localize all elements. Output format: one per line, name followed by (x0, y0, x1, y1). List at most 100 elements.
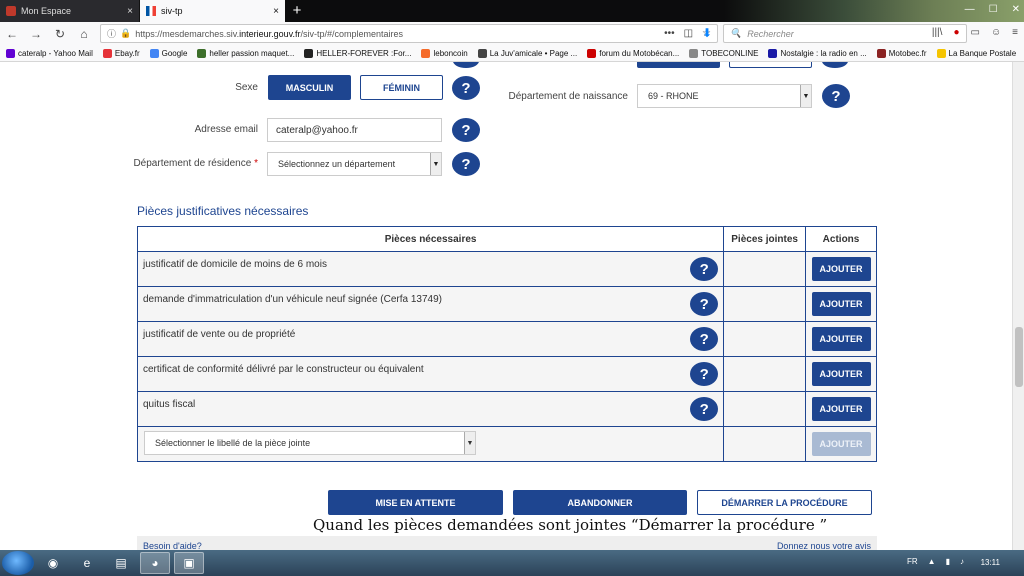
yahoo-favicon-icon (6, 6, 16, 16)
close-window-button[interactable]: ✕ (1012, 4, 1020, 15)
bookmark-label: Google (161, 49, 188, 58)
bookmark-favicon-icon (587, 49, 597, 58)
help-icon[interactable]: ? (822, 84, 850, 108)
language-indicator[interactable]: FR (907, 557, 918, 566)
sexe-masculin-button[interactable]: MASCULIN (268, 75, 351, 100)
file-explorer-icon[interactable]: ▤ (106, 552, 136, 574)
scrollbar-thumb[interactable] (1015, 327, 1023, 387)
help-icon[interactable]: ? (690, 327, 719, 351)
bookmark-item[interactable]: leboncoin (421, 49, 468, 58)
lock-icon[interactable]: 🔒 (120, 28, 131, 39)
bookmark-item[interactable]: Ebay.fr (102, 49, 140, 58)
piece-name: justificatif de domicile de moins de 6 m… (143, 259, 327, 270)
sidebar-icon[interactable]: ▭ (970, 27, 979, 38)
help-icon[interactable]: ? (690, 397, 719, 421)
mise-en-attente-button[interactable]: MISE EN ATTENTE (328, 490, 503, 515)
adblock-icon[interactable]: ● (953, 27, 959, 38)
desktop-wallpaper-strip: — ☐ ✕ (724, 0, 1024, 22)
tab-siv-tp[interactable]: siv-tp × (140, 0, 285, 22)
help-button-partial[interactable] (453, 62, 479, 68)
page-actions-icon[interactable]: ••• (664, 28, 675, 39)
piece-name: demande d'immatriculation d'un véhicule … (143, 294, 442, 305)
extra-piece-cell: Sélectionner le libellé de la pièce join… (136, 426, 725, 462)
help-icon[interactable]: ? (690, 362, 719, 386)
ajouter-button-disabled[interactable]: AJOUTER (811, 432, 871, 456)
tab-label: siv-tp (161, 6, 183, 16)
bookmark-item[interactable]: heller passion maquet... (197, 49, 294, 58)
download-icon[interactable]: ⬇ (702, 26, 712, 40)
tab-mon-espace[interactable]: Mon Espace × (0, 0, 140, 22)
sexe-label: Sexe (235, 82, 258, 93)
piece-name: justificatif de vente ou de propriété (143, 329, 296, 340)
sexe-feminin-button[interactable]: FÉMININ (360, 75, 443, 100)
feedback-link[interactable]: Donnez nous votre avis (777, 541, 871, 550)
firefox-icon[interactable]: ◕ (140, 552, 170, 574)
bookmark-item[interactable]: forum du Motobécan... (587, 49, 679, 58)
email-field[interactable]: cateralp@yahoo.fr (267, 118, 442, 142)
maximize-button[interactable]: ☐ (989, 4, 998, 15)
piece-label-select[interactable]: Sélectionner le libellé de la pièce join… (144, 431, 476, 455)
help-link[interactable]: Besoin d'aide? (143, 541, 202, 550)
pocket-icon[interactable]: ◫ (684, 28, 693, 39)
search-placeholder: Rechercher (747, 28, 794, 39)
info-icon[interactable]: ⓘ (107, 27, 116, 40)
bookmark-item[interactable]: TOBECONLINE (689, 49, 758, 58)
home-icon[interactable]: ⌂ (76, 27, 92, 41)
residence-select-value: Sélectionnez un département (278, 159, 396, 169)
face-icon[interactable]: ☺ (991, 27, 1001, 38)
bookmark-item[interactable]: cateralp - Yahoo Mail (6, 49, 93, 58)
search-icon: 🔍 (730, 28, 742, 38)
reload-icon[interactable]: ↻ (52, 27, 68, 41)
search-box[interactable]: 🔍 Rechercher (723, 24, 967, 43)
paint-icon[interactable]: ▣ (174, 552, 204, 574)
clock[interactable]: 13:11 (981, 558, 1000, 567)
toggle-button-partial[interactable] (637, 62, 720, 68)
bookmark-favicon-icon (421, 49, 431, 58)
help-icon[interactable]: ? (452, 118, 480, 142)
piece-attached-cell (723, 391, 807, 427)
page-scrollbar[interactable] (1012, 62, 1024, 550)
demarrer-procedure-button[interactable]: DÉMARRER LA PROCÉDURE (697, 490, 872, 515)
help-icon[interactable]: ? (452, 76, 480, 100)
naissance-select[interactable]: 69 - RHONE ▼ (637, 84, 812, 108)
piece-attached-cell (723, 321, 807, 357)
bookmark-item[interactable]: Motobec.fr (876, 49, 927, 58)
residence-select[interactable]: Sélectionnez un département ▼ (267, 152, 442, 176)
toggle-button-partial[interactable] (729, 62, 812, 68)
bookmark-favicon-icon (197, 49, 207, 58)
volume-icon[interactable]: ♪ (960, 557, 964, 566)
close-tab-icon[interactable]: × (273, 6, 279, 17)
menu-icon[interactable]: ≡ (1012, 27, 1018, 38)
bookmark-item[interactable]: Nostalgie : la radio en ... (768, 49, 867, 58)
ajouter-button[interactable]: AJOUTER (811, 327, 871, 351)
url-domain: interieur.gouv.fr (239, 28, 301, 39)
tray-arrow-icon[interactable]: ▲ (928, 557, 936, 566)
address-bar[interactable]: ⓘ 🔒 https://mesdemarches.siv. interieur.g… (100, 24, 718, 43)
network-icon[interactable]: ▮ (946, 557, 950, 566)
help-button-partial[interactable] (822, 62, 848, 68)
bookmark-item[interactable]: HELLER-FOREVER :For... (304, 49, 411, 58)
ajouter-button[interactable]: AJOUTER (811, 362, 871, 386)
french-flag-favicon-icon (146, 6, 156, 16)
piece-name-cell: demande d'immatriculation d'un véhicule … (136, 286, 725, 322)
internet-explorer-icon[interactable]: e (72, 552, 102, 574)
help-icon[interactable]: ? (690, 292, 719, 316)
help-icon[interactable]: ? (690, 257, 719, 281)
back-arrow-icon[interactable]: ← (4, 27, 20, 41)
ajouter-button[interactable]: AJOUTER (811, 257, 871, 281)
abandonner-button[interactable]: ABANDONNER (513, 490, 687, 515)
forward-arrow-icon[interactable]: → (28, 27, 44, 41)
minimize-button[interactable]: — (965, 4, 975, 15)
start-button[interactable] (2, 551, 34, 575)
ajouter-button[interactable]: AJOUTER (811, 292, 871, 316)
new-tab-button[interactable]: + (285, 0, 309, 22)
bookmark-item[interactable]: La Juv'amicale • Page ... (477, 49, 577, 58)
close-tab-icon[interactable]: × (127, 6, 133, 17)
bookmark-item[interactable]: La Banque Postale (936, 49, 1016, 58)
chrome-icon[interactable]: ◉ (38, 552, 68, 574)
bookmark-item[interactable]: Google (149, 49, 188, 58)
library-icon[interactable]: |||\ (932, 27, 943, 38)
table-row-extra-piece: Sélectionner le libellé de la pièce join… (136, 426, 877, 462)
help-icon[interactable]: ? (452, 152, 480, 176)
ajouter-button[interactable]: AJOUTER (811, 397, 871, 421)
